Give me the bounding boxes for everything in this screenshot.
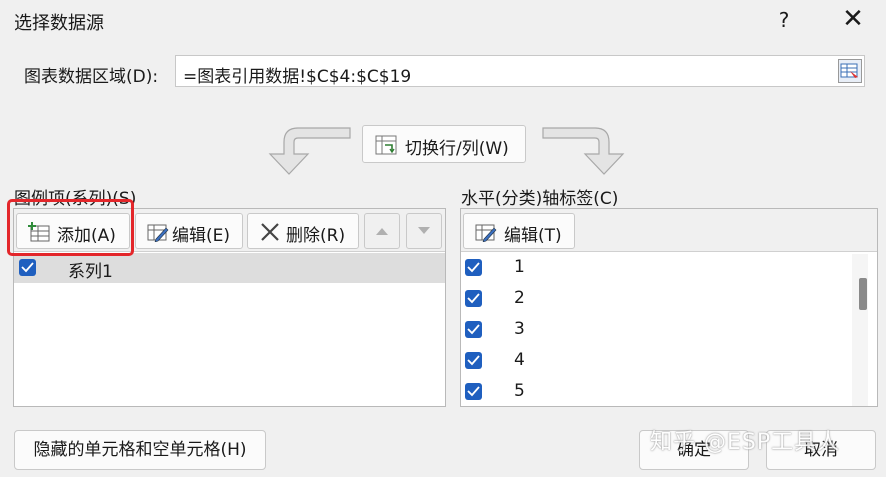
edit-series-label: 编辑(E)	[172, 226, 231, 246]
delete-x-icon	[261, 223, 279, 241]
range-select-icon[interactable]	[838, 59, 862, 83]
edit-axis-labels-button[interactable]: 编辑(T)	[463, 213, 575, 249]
axis-label-value: 4	[514, 350, 525, 370]
axis-label-checkbox[interactable]	[465, 383, 482, 400]
right-curve-arrow-icon	[542, 127, 625, 175]
switch-row-column-button[interactable]: 切换行/列(W)	[362, 125, 526, 163]
chart-range-label: 图表数据区域(D):	[24, 67, 159, 87]
switch-row-column-icon	[375, 135, 397, 155]
list-item[interactable]: 1	[461, 252, 851, 283]
move-up-button[interactable]	[364, 213, 400, 249]
dialog-title: 选择数据源	[14, 13, 104, 34]
axis-label-value: 5	[514, 381, 525, 401]
title-bar: 选择数据源 ? ✕	[0, 0, 886, 44]
axis-label-checkbox[interactable]	[465, 321, 482, 338]
chart-range-input[interactable]: =图表引用数据!$C$4:$C$19	[175, 55, 865, 87]
axis-label-value: 1	[514, 257, 525, 277]
watermark-text: 知乎 @ESP工具人	[650, 430, 841, 455]
left-curve-arrow-icon	[268, 127, 351, 175]
series-checkbox[interactable]	[19, 259, 36, 276]
axis-label-value: 3	[514, 319, 525, 339]
triangle-up-icon	[376, 228, 388, 235]
list-item[interactable]: 系列1	[14, 253, 445, 283]
axis-label-checkbox[interactable]	[465, 290, 482, 307]
move-down-button[interactable]	[406, 213, 442, 249]
delete-series-label: 删除(R)	[286, 226, 346, 246]
list-item[interactable]: 5	[461, 376, 851, 406]
axis-toolbar: 编辑(T)	[461, 209, 877, 252]
scrollbar-thumb[interactable]	[859, 278, 867, 310]
axis-label-checkbox[interactable]	[465, 259, 482, 276]
list-item[interactable]: 3	[461, 314, 851, 345]
axis-labels-label: 水平(分类)轴标签(C)	[461, 189, 619, 209]
list-item[interactable]: 4	[461, 345, 851, 376]
triangle-down-icon	[418, 227, 430, 234]
edit-series-button[interactable]: 编辑(E)	[135, 213, 243, 249]
help-button[interactable]: ?	[772, 8, 796, 32]
list-item[interactable]: 2	[461, 283, 851, 314]
axis-list-scrollbar[interactable]	[852, 254, 868, 406]
edit-table-icon	[147, 224, 169, 242]
chart-range-value: =图表引用数据!$C$4:$C$19	[183, 67, 412, 87]
series-name: 系列1	[68, 262, 113, 282]
axis-label-value: 2	[514, 288, 525, 308]
axis-label-checkbox[interactable]	[465, 352, 482, 369]
edit-table-icon	[475, 224, 497, 242]
delete-series-button[interactable]: 删除(R)	[247, 213, 359, 249]
hidden-empty-cells-button[interactable]: 隐藏的单元格和空单元格(H)	[14, 430, 266, 470]
close-button[interactable]: ✕	[838, 4, 868, 34]
highlight-box	[7, 199, 134, 256]
switch-row-column-label: 切换行/列(W)	[405, 139, 509, 159]
edit-axis-labels-label: 编辑(T)	[504, 226, 562, 246]
axis-labels-list: 1 2 3 4 5	[461, 252, 851, 406]
